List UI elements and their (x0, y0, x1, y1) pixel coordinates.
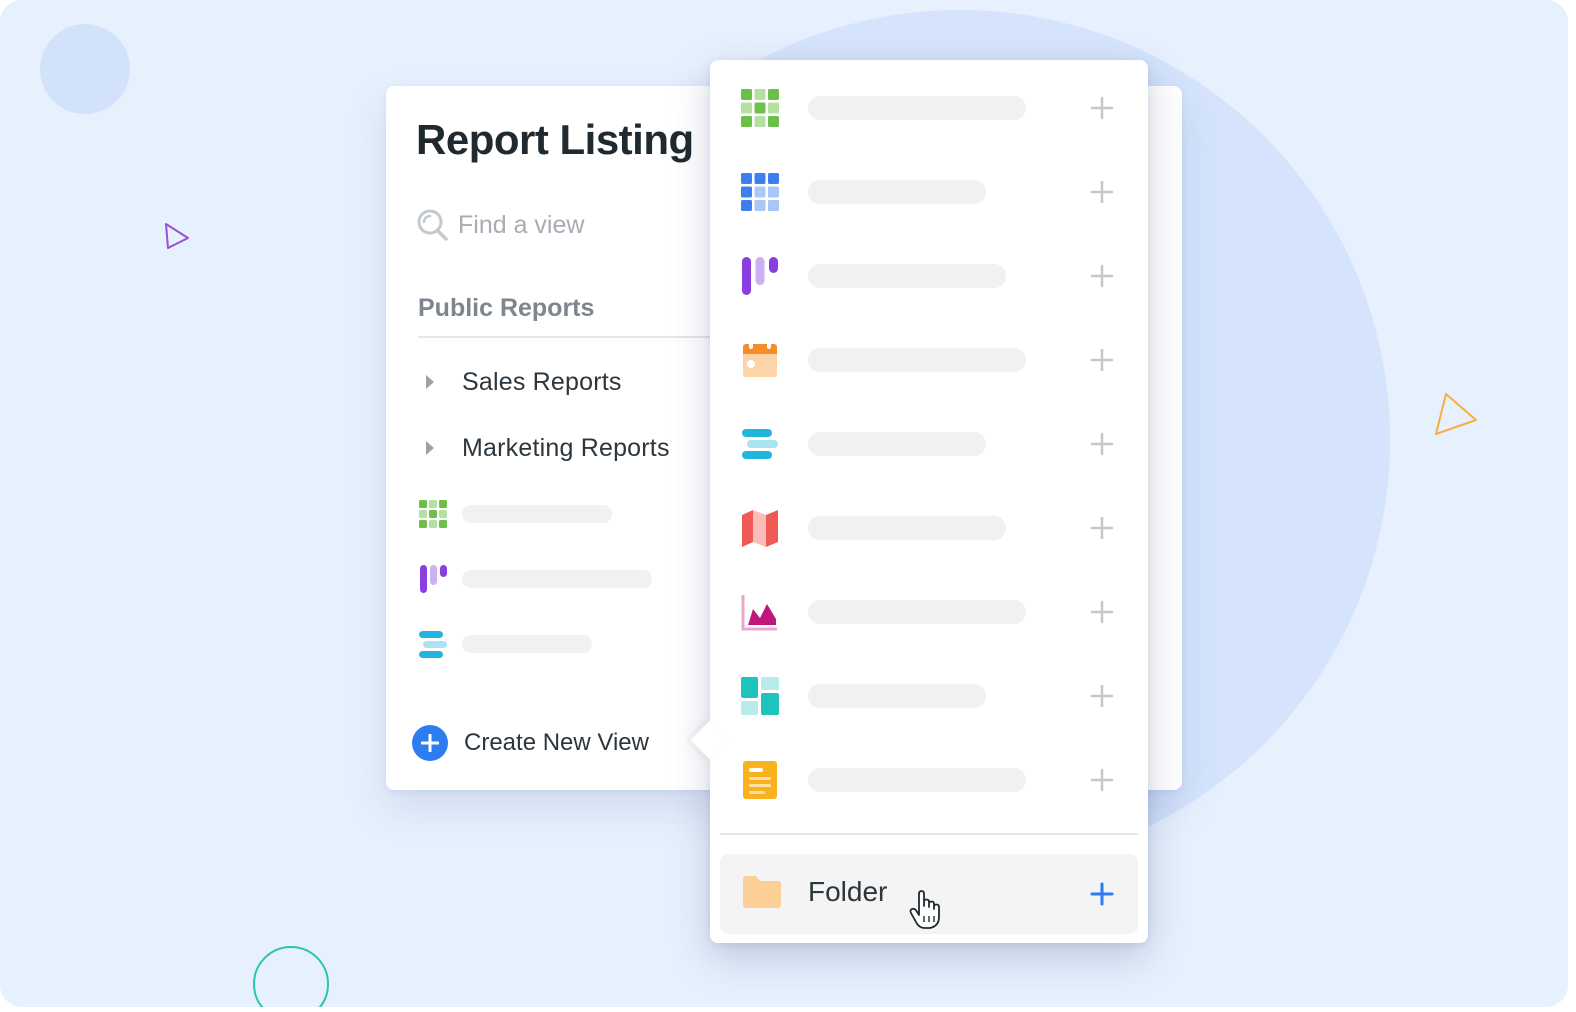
plus-icon[interactable] (1090, 348, 1114, 372)
folder-item-sales-reports[interactable]: Sales Reports (426, 362, 622, 402)
new-view-menu: Folder (690, 60, 1148, 943)
create-new-view-label: Create New View (464, 729, 649, 756)
table-view-icon (741, 173, 779, 211)
view-type-name-placeholder (808, 180, 986, 204)
divider (720, 833, 1138, 835)
dashboard-view-icon (741, 677, 779, 715)
menu-item-map-view[interactable] (710, 498, 1148, 558)
menu-item-grid-view[interactable] (710, 78, 1148, 138)
decor-ring (253, 946, 329, 1007)
menu-item-folder[interactable]: Folder (720, 854, 1138, 934)
folder-item-marketing-reports[interactable]: Marketing Reports (426, 428, 670, 468)
calendar-view-icon (743, 341, 777, 377)
view-type-name-placeholder (808, 96, 1026, 120)
folder-icon (743, 876, 781, 908)
page-title: Report Listing (416, 116, 694, 163)
view-item[interactable] (418, 563, 652, 595)
kanban-view-icon (742, 257, 778, 295)
section-header: Public Reports (418, 294, 595, 322)
view-type-name-placeholder (808, 600, 1026, 624)
view-type-name-placeholder (808, 264, 1006, 288)
folder-label: Sales Reports (462, 367, 622, 396)
form-view-icon (743, 761, 777, 799)
divider (418, 336, 718, 338)
folder-label: Folder (808, 876, 888, 907)
plus-icon (421, 734, 439, 752)
plus-icon[interactable] (1090, 180, 1114, 204)
plus-icon[interactable] (1090, 882, 1114, 906)
grid-view-icon (741, 89, 779, 127)
menu-item-kanban-view[interactable] (710, 246, 1148, 306)
plus-icon[interactable] (1090, 96, 1114, 120)
menu-item-dashboard-view[interactable] (710, 666, 1148, 726)
gantt-view-icon (742, 429, 778, 459)
plus-icon[interactable] (1090, 432, 1114, 456)
decor-triangle-icon (1435, 393, 1477, 435)
chart-view-icon (741, 595, 777, 631)
view-name-placeholder (462, 570, 652, 588)
search-input[interactable]: Find a view (458, 211, 584, 240)
menu-item-calendar-view[interactable] (710, 330, 1148, 390)
view-name-placeholder (462, 635, 592, 653)
menu-item-form-view[interactable] (710, 750, 1148, 810)
plus-icon[interactable] (1090, 600, 1114, 624)
decor-triangle-icon (165, 223, 189, 249)
map-view-icon (742, 510, 778, 547)
view-type-name-placeholder (808, 348, 1026, 372)
gantt-view-icon (419, 631, 447, 658)
plus-icon[interactable] (1090, 516, 1114, 540)
view-type-name-placeholder (808, 432, 986, 456)
view-type-name-placeholder (808, 768, 1026, 792)
caret-right-icon[interactable] (426, 441, 434, 455)
search-icon (417, 209, 448, 241)
add-circle-icon[interactable] (412, 725, 448, 761)
caret-right-icon[interactable] (426, 375, 434, 389)
plus-icon[interactable] (1090, 264, 1114, 288)
plus-icon[interactable] (1090, 768, 1114, 792)
folder-label: Marketing Reports (462, 433, 670, 462)
decor-circle-small (40, 24, 130, 114)
view-name-placeholder (462, 505, 612, 523)
kanban-view-icon (420, 565, 447, 593)
menu-item-chart-view[interactable] (710, 582, 1148, 642)
grid-view-icon (419, 500, 447, 528)
view-item[interactable] (418, 498, 612, 530)
create-new-view-button[interactable]: Create New View (412, 724, 649, 762)
hand-cursor-icon (909, 890, 940, 929)
plus-icon[interactable] (1090, 684, 1114, 708)
view-item[interactable] (418, 628, 592, 660)
view-type-name-placeholder (808, 516, 1006, 540)
view-type-name-placeholder (808, 684, 986, 708)
menu-item-gantt-view[interactable] (710, 414, 1148, 474)
menu-item-table-view[interactable] (710, 162, 1148, 222)
